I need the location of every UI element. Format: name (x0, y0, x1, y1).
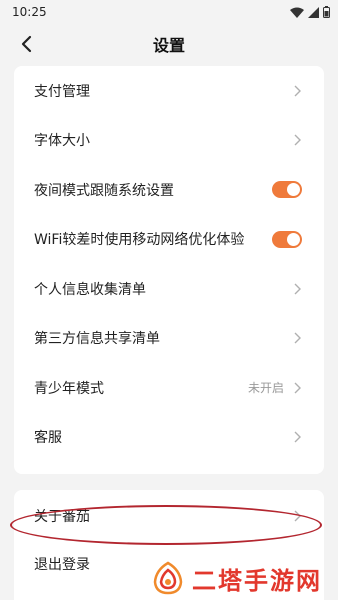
signal-icon (308, 6, 319, 18)
status-bar: 10:25 (0, 0, 338, 24)
status-icons (290, 6, 330, 18)
back-button[interactable] (14, 32, 38, 56)
settings-item-label: 退出登录 (34, 557, 90, 574)
settings-item-label: WiFi较差时使用移动网络优化体验 (34, 232, 245, 249)
settings-item-customer-service[interactable]: 客服 (14, 413, 324, 463)
chevron-right-icon (292, 84, 302, 98)
wifi-icon (290, 7, 304, 18)
battery-icon (323, 6, 330, 18)
settings-card: 支付管理 字体大小 夜间模式跟随系统设置 WiFi较差时使用移动网络优化体验 个… (14, 66, 324, 474)
toggle-knob (287, 183, 300, 197)
teen-mode-status: 未开启 (247, 381, 284, 396)
settings-item-payment[interactable]: 支付管理 (14, 66, 324, 116)
chevron-right-icon (292, 282, 302, 296)
header: 设置 (0, 24, 338, 64)
settings-item-label: 第三方信息共享清单 (34, 331, 160, 348)
toggle-knob (287, 232, 300, 246)
status-time: 10:25 (12, 5, 47, 19)
settings-item-personal-info[interactable]: 个人信息收集清单 (14, 264, 324, 314)
settings-item-label: 支付管理 (34, 83, 90, 100)
settings-item-logout[interactable]: 退出登录 (14, 540, 324, 590)
settings-item-label: 个人信息收集清单 (34, 281, 146, 298)
settings-item-label: 客服 (34, 430, 62, 447)
chevron-right-icon (292, 133, 302, 147)
settings-item-label: 青少年模式 (34, 380, 104, 397)
chevron-right-icon (292, 331, 302, 345)
account-card: 关于番茄 退出登录 (14, 490, 324, 600)
page-title: 设置 (152, 36, 185, 55)
settings-item-label: 字体大小 (34, 133, 90, 150)
night-mode-toggle[interactable] (272, 181, 302, 199)
settings-item-label: 夜间模式跟随系统设置 (34, 182, 174, 199)
settings-item-wifi-optimization: WiFi较差时使用移动网络优化体验 (14, 215, 324, 265)
settings-item-teen-mode[interactable]: 青少年模式 未开启 (14, 363, 324, 413)
settings-item-label: 关于番茄 (34, 508, 90, 525)
chevron-right-icon (292, 381, 302, 395)
settings-item-font-size[interactable]: 字体大小 (14, 116, 324, 166)
settings-item-night-mode: 夜间模式跟随系统设置 (14, 165, 324, 215)
wifi-optimization-toggle[interactable] (272, 230, 302, 248)
chevron-right-icon (292, 509, 302, 523)
chevron-right-icon (292, 430, 302, 444)
settings-item-third-party[interactable]: 第三方信息共享清单 (14, 314, 324, 364)
settings-item-about[interactable]: 关于番茄 (14, 490, 324, 540)
back-arrow-icon (21, 35, 32, 53)
